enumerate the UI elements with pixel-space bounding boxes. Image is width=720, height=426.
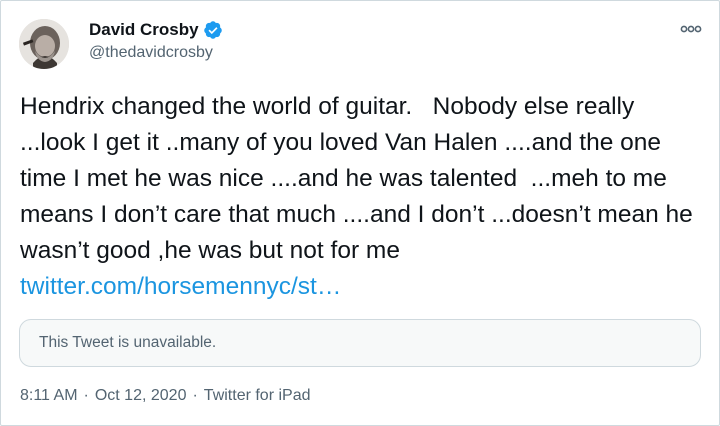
tweet-body: Hendrix changed the world of guitar. Nob… [20,89,702,305]
verified-badge-icon [203,20,223,40]
tweet-date[interactable]: Oct 12, 2020 [95,387,187,405]
author-name-row: David Crosby [89,17,223,43]
tweet-link[interactable]: twitter.com/horsemennyc/st… [20,273,341,300]
meta-separator: · [83,387,89,404]
author-display-name[interactable]: David Crosby [89,20,199,40]
tweet-text: Hendrix changed the world of guitar. Nob… [20,93,700,264]
quoted-tweet-unavailable-text: This Tweet is unavailable. [39,334,217,351]
meta-separator: · [192,387,198,404]
tweet-time[interactable]: 8:11 AM [20,387,78,405]
quoted-tweet-box: This Tweet is unavailable. [19,319,701,367]
tweet-card: David Crosby @thedavidcrosby Hendrix cha… [0,0,720,426]
profile-photo-icon[interactable] [19,19,69,69]
more-options-icon[interactable] [679,21,703,37]
tweet-meta: 8:11 AM · Oct 12, 2020 · Twitter for iPa… [20,387,311,405]
author-handle[interactable]: @thedavidcrosby [89,44,213,62]
tweet-source[interactable]: Twitter for iPad [204,387,311,405]
